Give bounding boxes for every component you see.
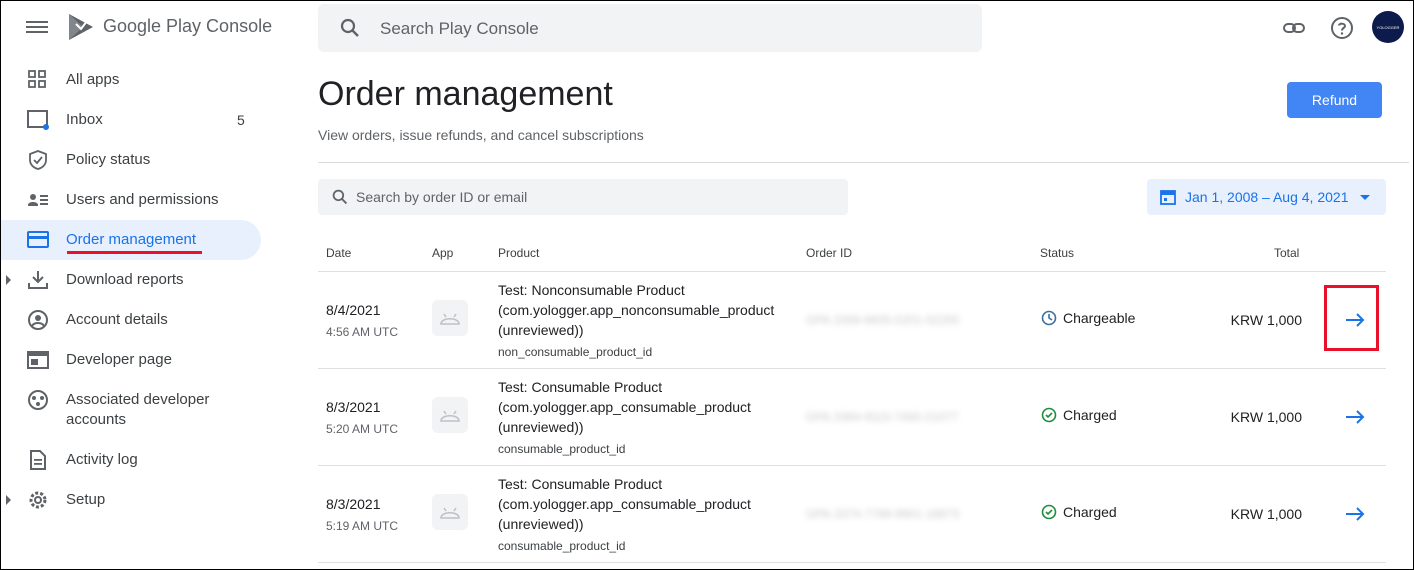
card-icon (27, 231, 49, 248)
date-range-label: Jan 1, 2008 – Aug 4, 2021 (1185, 189, 1349, 205)
sidebar-item-all-apps[interactable]: All apps (1, 60, 261, 100)
document-icon (30, 450, 46, 470)
order-id: GPA.3374-7789-9901-18873 (806, 507, 960, 521)
sidebar-item-setup[interactable]: Setup (1, 480, 261, 520)
app-thumbnail (432, 397, 468, 433)
status-badge: Charged (1041, 407, 1117, 423)
product-name: Test: Nonconsumable Product (com.yologge… (498, 282, 775, 338)
order-id: GPA.3364-9115-7450-21077 (806, 410, 959, 424)
order-search-placeholder: Search by order ID or email (356, 189, 528, 205)
arrow-right-icon[interactable] (1343, 504, 1367, 524)
sidebar: All apps Inbox 5 Policy status Users and… (1, 1, 301, 570)
download-icon (28, 271, 48, 289)
column-header-total: Total (1274, 246, 1300, 260)
order-total: KRW 1,000 (1230, 506, 1302, 522)
order-time: 5:20 AM UTC (326, 422, 399, 436)
clock-icon (1041, 310, 1057, 326)
order-date: 8/3/2021 (326, 399, 381, 415)
order-total: KRW 1,000 (1230, 312, 1302, 328)
search-icon (340, 18, 359, 37)
sidebar-item-order-management[interactable]: Order management (1, 220, 261, 260)
calendar-icon (1160, 190, 1176, 205)
search-placeholder: Search Play Console (380, 19, 539, 38)
sidebar-item-account-details[interactable]: Account details (1, 300, 261, 340)
sidebar-item-label: Developer page (66, 351, 172, 368)
gear-icon (29, 491, 47, 509)
sidebar-item-label: Users and permissions (66, 191, 219, 208)
arrow-right-icon[interactable] (1343, 407, 1367, 427)
chevron-down-icon (1360, 195, 1370, 200)
web-page-icon (27, 351, 49, 369)
product-id: consumable_product_id (498, 539, 626, 553)
order-date: 8/4/2021 (326, 302, 381, 318)
order-id: GPA.3358-6605-5201-02255 (806, 313, 960, 327)
column-header-status: Status (1040, 246, 1075, 260)
sidebar-item-label: All apps (66, 71, 120, 88)
date-range-picker[interactable]: Jan 1, 2008 – Aug 4, 2021 (1147, 179, 1386, 215)
sidebar-item-users-and-permissions[interactable]: Users and permissions (1, 180, 261, 220)
column-header-product: Product (498, 246, 540, 260)
order-time: 4:56 AM UTC (326, 325, 399, 339)
link-icon[interactable] (1282, 16, 1306, 40)
product-name: Test: Consumable Product (com.yologger.a… (498, 476, 751, 532)
sidebar-item-label: Activity log (66, 451, 138, 468)
help-icon[interactable] (1330, 16, 1354, 40)
order-search-input[interactable]: Search by order ID or email (318, 179, 848, 215)
table-divider (318, 562, 1386, 563)
sidebar-item-label: Policy status (66, 151, 151, 168)
order-date: 8/3/2021 (326, 496, 381, 512)
product-id: consumable_product_id (498, 442, 626, 456)
check-circle-icon (1041, 407, 1057, 423)
sidebar-item-label: Download reports (66, 271, 184, 288)
app-thumbnail (432, 300, 468, 336)
page-title: Order management (318, 75, 613, 113)
inbox-count-badge: 5 (237, 112, 245, 128)
inbox-icon (27, 110, 49, 130)
app-thumbnail (432, 494, 468, 530)
column-header-date[interactable]: Date (326, 246, 351, 260)
android-icon (440, 507, 460, 519)
sidebar-item-label: Order management (66, 231, 197, 248)
grid-icon (28, 70, 46, 88)
search-icon (332, 189, 348, 205)
avatar[interactable]: YOLOGGER (1372, 11, 1404, 43)
product-name: Test: Consumable Product (com.yologger.a… (498, 379, 751, 435)
status-label: Charged (1063, 504, 1117, 520)
global-search-input[interactable]: Search Play Console (318, 4, 982, 52)
order-total: KRW 1,000 (1230, 409, 1302, 425)
annotation-underline (67, 251, 202, 254)
sidebar-item-label: Associated developer accounts (66, 391, 210, 428)
sidebar-item-download-reports[interactable]: Download reports (1, 260, 261, 300)
sidebar-item-policy-status[interactable]: Policy status (1, 140, 261, 180)
sidebar-item-developer-page[interactable]: Developer page (1, 340, 261, 380)
shield-icon (29, 150, 47, 170)
status-label: Chargeable (1063, 310, 1136, 326)
table-row[interactable]: 8/3/2021 5:19 AM UTC Test: Consumable Pr… (318, 466, 1386, 563)
table-row[interactable]: 8/3/2021 5:20 AM UTC Test: Consumable Pr… (318, 369, 1386, 466)
annotation-highlight-box (1324, 285, 1379, 351)
status-label: Charged (1063, 407, 1117, 423)
order-time: 5:19 AM UTC (326, 519, 399, 533)
column-header-order-id: Order ID (806, 246, 853, 260)
column-header-app: App (432, 246, 454, 260)
page-subtitle: View orders, issue refunds, and cancel s… (318, 127, 644, 143)
refund-button[interactable]: Refund (1287, 82, 1382, 118)
product-id: non_consumable_product_id (498, 345, 653, 359)
users-icon (28, 194, 48, 206)
status-badge: Chargeable (1041, 310, 1135, 326)
android-icon (440, 410, 460, 422)
check-circle-icon (1041, 504, 1057, 520)
status-badge: Charged (1041, 504, 1117, 520)
android-icon (440, 313, 460, 325)
sidebar-item-associated-developer-accounts[interactable]: Associated developer accounts (1, 380, 261, 440)
sidebar-item-label: Account details (66, 311, 168, 328)
account-icon (28, 310, 48, 330)
sidebar-item-label: Inbox (66, 111, 103, 128)
table-row[interactable]: 8/4/2021 4:56 AM UTC Test: Nonconsumable… (318, 272, 1386, 369)
sidebar-item-label: Setup (66, 491, 106, 508)
divider (318, 162, 1409, 163)
linked-accounts-icon (28, 390, 48, 410)
sidebar-item-activity-log[interactable]: Activity log (1, 440, 261, 480)
sidebar-item-inbox[interactable]: Inbox 5 (1, 100, 261, 140)
